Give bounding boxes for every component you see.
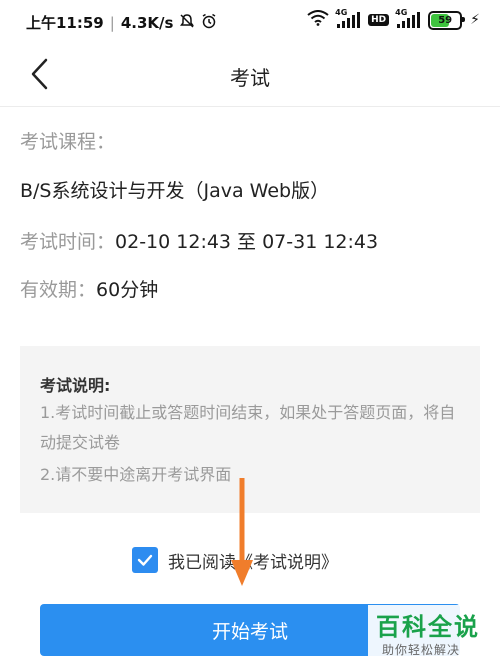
alarm-icon <box>201 13 217 33</box>
course-label: 考试课程： <box>20 131 116 153</box>
mute-icon <box>179 13 195 33</box>
hd-badge: HD <box>368 14 390 26</box>
network-type-tag-2: 4G <box>395 8 408 17</box>
charging-icon: ⚡ <box>470 12 480 28</box>
exam-note-item: 1.考试时间截止或答题时间结束，如果处于答题页面，将自动提交试卷 <box>40 403 456 452</box>
status-time: 上午11:59 <box>26 14 104 32</box>
signal-icon: 4G <box>335 8 361 28</box>
network-type-tag: 4G <box>335 8 348 17</box>
validity-value: 60分钟 <box>96 279 159 301</box>
agreement-checkbox[interactable] <box>132 547 158 573</box>
status-left: 上午11:59 | 4.3K/s <box>26 12 217 33</box>
validity-row: 有效期：60分钟 <box>20 275 158 302</box>
wifi-icon <box>307 10 329 30</box>
validity-label: 有效期： <box>20 279 97 301</box>
exam-notes-title: 考试说明: <box>40 376 111 395</box>
exam-time-row: 考试时间：02-10 12:43 至 07-31 12:43 <box>20 227 378 254</box>
nav-bar: 考试 <box>0 44 500 107</box>
battery-icon: 59 <box>428 10 466 30</box>
status-right: 4G HD 4G 59 ⚡ <box>307 8 480 30</box>
page-title: 考试 <box>230 66 270 90</box>
exam-time-value: 02-10 12:43 至 07-31 12:43 <box>115 231 379 253</box>
signal-icon-2: 4G <box>395 8 421 28</box>
exam-time-label: 考试时间： <box>20 231 116 253</box>
watermark-logo: 百科全说 助你轻松解决 <box>368 605 500 667</box>
course-name: B/S系统设计与开发（Java Web版） <box>20 180 330 202</box>
watermark-main-text: 百科全说 <box>376 613 480 641</box>
annotation-arrow-icon <box>231 478 253 586</box>
battery-level: 59 <box>438 14 453 26</box>
status-bar: 上午11:59 | 4.3K/s 4G HD 4G 59 ⚡ <box>0 0 500 44</box>
status-separator: | <box>109 13 115 32</box>
status-network-speed: 4.3K/s <box>120 13 174 32</box>
watermark-sub-text: 助你轻松解决 <box>382 643 461 657</box>
checkmark-icon <box>137 554 153 566</box>
